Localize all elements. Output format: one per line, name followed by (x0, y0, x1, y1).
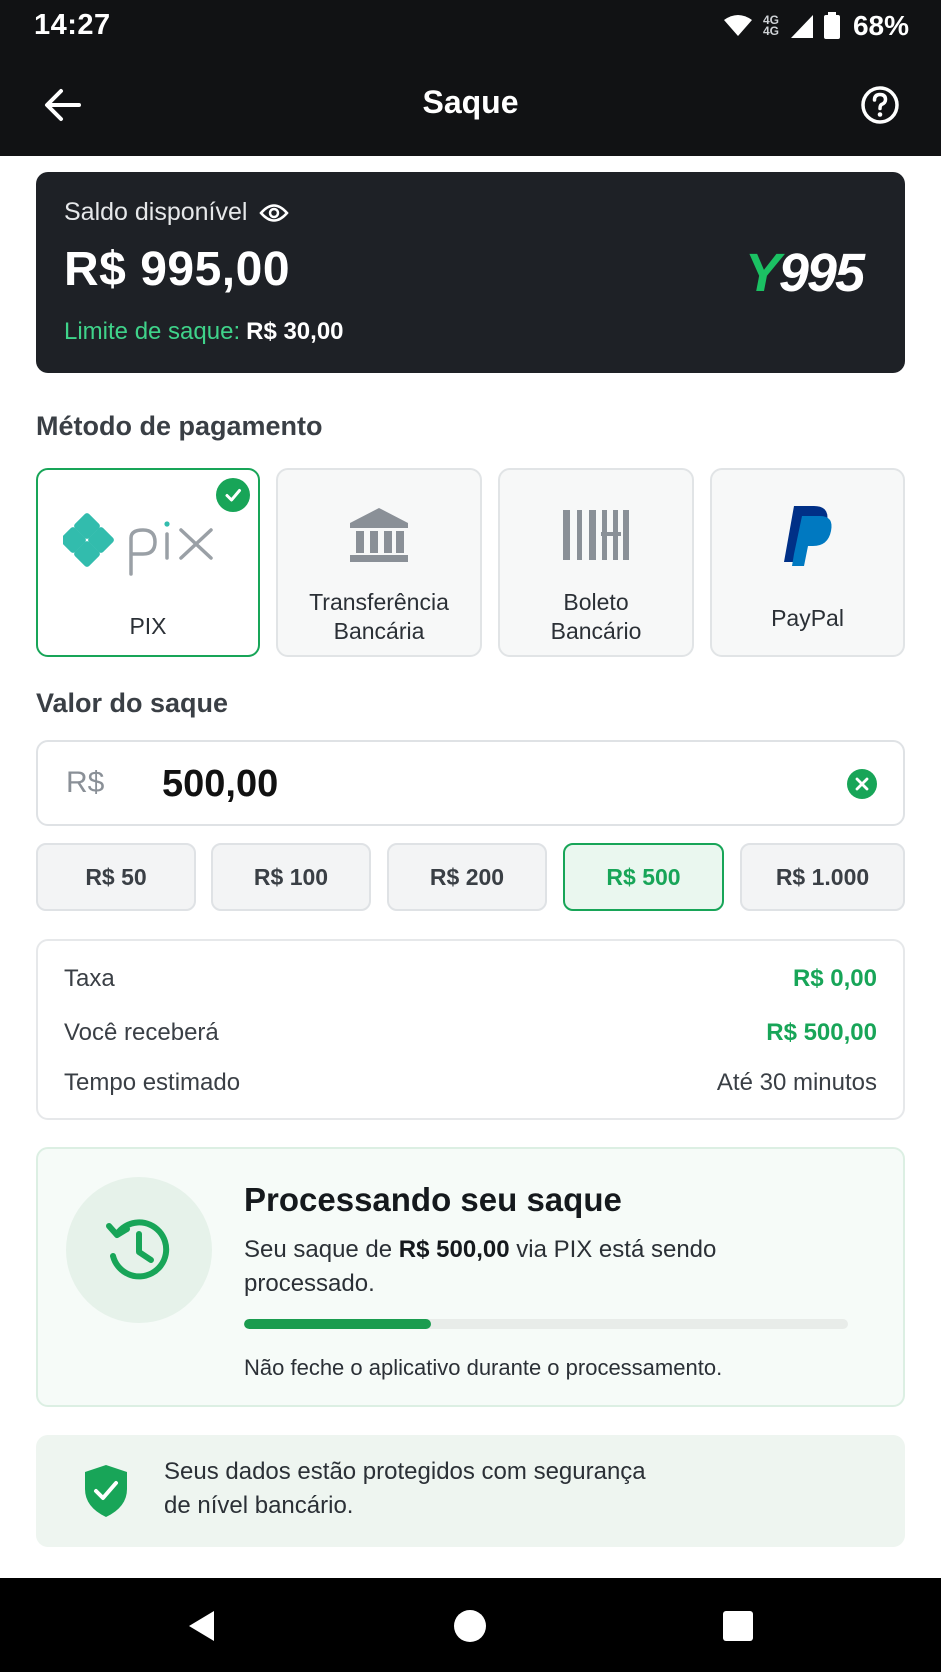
check-circle-icon (216, 478, 250, 512)
receive-label: Você receberá (64, 1019, 219, 1046)
circle-home-icon (454, 1610, 486, 1642)
amount-input[interactable] (162, 756, 762, 812)
method-boleto[interactable]: Boleto Bancário (498, 468, 694, 657)
fee-value: R$ 0,00 (792, 965, 877, 992)
quick-amount-button[interactable]: R$ 200 (387, 843, 547, 911)
amount-field[interactable]: R$ (36, 740, 905, 826)
app-bar: Saque (0, 52, 941, 156)
time-label: Tempo estimado (64, 1069, 241, 1096)
triangle-back-icon (189, 1611, 214, 1641)
quick-amount-button-selected[interactable]: R$ 500 (563, 843, 724, 911)
processing-title: Processando seu saque (244, 1181, 622, 1218)
limit-label: Limite de saque: (64, 318, 241, 345)
square-recents-icon (723, 1611, 753, 1641)
fee-summary-card: Taxa R$ 0,00 Você receberá R$ 500,00 Tem… (36, 939, 905, 1120)
status-time: 14:27 (34, 9, 111, 41)
signal-icon (790, 15, 813, 38)
status-icons: 4G 4G 68% (723, 10, 909, 42)
network-type-label: 4G 4G (762, 13, 779, 38)
processing-card: Processando seu saque Seu saque de R$ 50… (36, 1147, 905, 1407)
clear-input-button[interactable] (847, 769, 877, 799)
amount-title: Valor do saque (36, 688, 229, 718)
balance-label-row: Saldo disponível (64, 198, 290, 227)
fee-label: Taxa (64, 965, 115, 992)
method-pix[interactable]: PIX (36, 468, 260, 657)
nav-home-button[interactable] (448, 1604, 492, 1648)
method-label: Boleto Bancário (550, 589, 642, 644)
paypal-logo (712, 504, 903, 568)
nav-recents-button[interactable] (716, 1604, 760, 1648)
limit-value: R$ 30,00 (246, 318, 344, 345)
receive-value: R$ 500,00 (766, 1019, 877, 1046)
battery-percent: 68% (852, 10, 909, 41)
brand-logo: Y995 (744, 243, 865, 303)
question-circle-icon (861, 86, 899, 124)
bank-icon (278, 506, 480, 564)
system-nav-bar (0, 1578, 941, 1672)
barcode-icon (500, 508, 692, 562)
time-value: Até 30 minutos (716, 1069, 877, 1096)
page-title: Saque (422, 84, 519, 120)
time-row: Tempo estimado Até 30 minutos (64, 1069, 877, 1097)
eye-icon[interactable] (259, 202, 290, 224)
payment-method-title: Método de pagamento (36, 411, 323, 441)
close-icon (855, 777, 869, 791)
balance-card: Saldo disponível R$ 995,00 Limite de saq… (36, 172, 905, 373)
history-clock-icon (106, 1219, 170, 1280)
shield-check-icon (85, 1465, 127, 1517)
wifi-icon (723, 15, 752, 36)
battery-icon (823, 12, 840, 39)
balance-amount: R$ 995,00 (64, 243, 291, 296)
method-bank-transfer[interactable]: Transferência Bancária (276, 468, 482, 657)
quick-amount-button[interactable]: R$ 100 (211, 843, 371, 911)
processing-note: Não feche o aplicativo durante o process… (244, 1355, 723, 1380)
security-banner: Seus dados estão protegidos com seguranç… (36, 1435, 905, 1547)
method-paypal[interactable]: PayPal (710, 468, 905, 657)
progress-fill (244, 1319, 432, 1329)
help-button[interactable] (857, 82, 903, 128)
processing-message: Seu saque de R$ 500,00 via PIX está send… (244, 1236, 717, 1297)
progress-bar (244, 1319, 848, 1329)
method-label: Transferência Bancária (309, 589, 449, 644)
method-label: PayPal (771, 605, 844, 631)
receive-row: Você receberá R$ 500,00 (64, 1019, 877, 1047)
pix-logo (38, 510, 258, 580)
security-text: Seus dados estão protegidos com seguranç… (164, 1458, 646, 1519)
quick-amount-button[interactable]: R$ 1.000 (740, 843, 905, 911)
processing-icon-wrap (66, 1177, 212, 1323)
method-label: PIX (129, 613, 167, 639)
balance-label: Saldo disponível (64, 198, 248, 226)
nav-back-button[interactable] (180, 1604, 224, 1648)
status-bar: 14:27 4G 4G 68% (0, 0, 941, 52)
withdraw-limit: Limite de saque: R$ 30,00 (64, 318, 344, 346)
fee-row: Taxa R$ 0,00 (64, 965, 877, 993)
quick-amount-button[interactable]: R$ 50 (36, 843, 196, 911)
currency-prefix: R$ (66, 766, 105, 799)
